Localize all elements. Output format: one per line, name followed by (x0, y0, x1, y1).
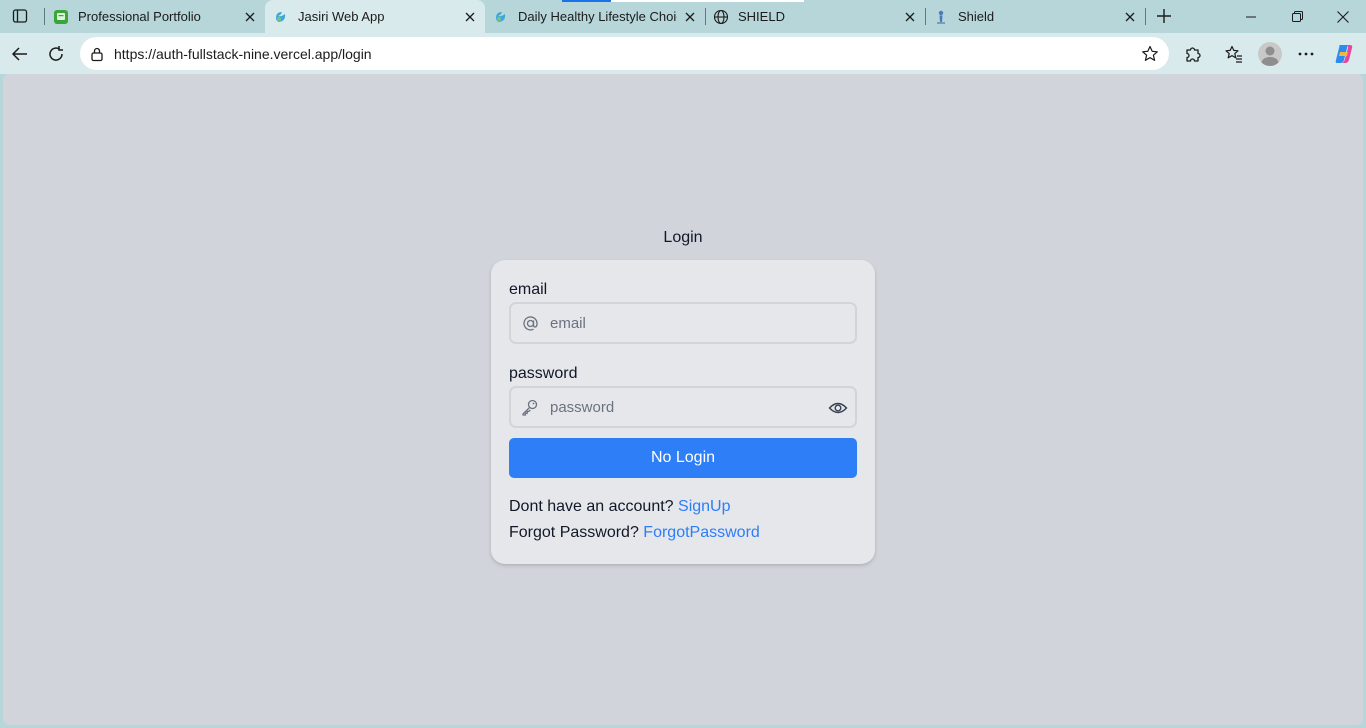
extensions-button[interactable] (1178, 39, 1208, 69)
profile-avatar[interactable] (1258, 42, 1282, 66)
tab-title: Jasiri Web App (298, 9, 385, 24)
tab-jasiri-web-app[interactable]: Jasiri Web App (265, 0, 485, 33)
refresh-icon (49, 46, 63, 61)
key-icon (521, 398, 539, 416)
tab-actions-button[interactable] (6, 4, 34, 28)
page-viewport: Login email password No Login Dont have … (3, 74, 1363, 725)
tab-strip: Professional Portfolio Jasiri Web App Da… (0, 0, 1366, 33)
favorites-button[interactable] (1219, 39, 1249, 69)
restore-button[interactable] (1274, 0, 1320, 33)
forgot-prompt: Forgot Password? (509, 524, 639, 541)
email-field[interactable] (509, 302, 857, 344)
tab-title: SHIELD (738, 9, 785, 24)
copilot-icon (1335, 45, 1353, 63)
tab-professional-portfolio[interactable]: Professional Portfolio (45, 0, 265, 33)
tab-title: Daily Healthy Lifestyle Choices (518, 9, 677, 24)
close-icon (1337, 10, 1349, 23)
page-title: Login (663, 229, 703, 246)
close-icon[interactable] (1121, 8, 1139, 26)
login-button[interactable]: No Login (509, 438, 857, 478)
user-icon (1261, 46, 1279, 66)
jasiri-icon (496, 12, 506, 22)
tab-separator (1145, 8, 1146, 25)
email-label: email (509, 281, 548, 298)
globe-icon (713, 9, 729, 25)
tab-shield-upper[interactable]: SHIELD (705, 0, 925, 33)
back-button[interactable] (5, 39, 35, 69)
email-input[interactable] (550, 313, 810, 333)
show-password-toggle[interactable] (827, 397, 849, 419)
signup-link[interactable]: SignUp (678, 498, 730, 515)
site-info-icon[interactable] (89, 46, 105, 62)
address-bar[interactable]: https://auth-fullstack-nine.vercel.app/l… (80, 37, 1169, 70)
password-field[interactable] (509, 386, 857, 428)
star-icon (1142, 45, 1158, 61)
login-card: email password No Login Dont have an acc… (491, 260, 875, 564)
portfolio-icon (54, 10, 68, 24)
at-sign-icon (521, 314, 539, 332)
favorite-star-button[interactable] (1139, 43, 1161, 65)
copilot-button[interactable] (1329, 39, 1359, 69)
tab-daily-healthy-lifestyle[interactable]: Daily Healthy Lifestyle Choices (485, 0, 804, 33)
tab-title: Shield (958, 9, 995, 24)
close-window-button[interactable] (1320, 0, 1366, 33)
tab-title: Professional Portfolio (78, 9, 201, 24)
more-icon (1298, 52, 1314, 56)
browser-toolbar: https://auth-fullstack-nine.vercel.app/l… (0, 33, 1366, 74)
plus-icon (1157, 9, 1171, 23)
close-icon[interactable] (241, 8, 259, 26)
tab-shield[interactable]: Shield (925, 0, 1145, 33)
favorites-list-icon (1225, 45, 1242, 63)
sidebar-panel-icon (12, 9, 28, 23)
shield-icon (937, 10, 945, 24)
restore-icon (1291, 11, 1303, 22)
loading-progress-bar (562, 0, 611, 2)
back-arrow-icon (11, 47, 27, 61)
settings-more-button[interactable] (1291, 39, 1321, 69)
url-text[interactable]: https://auth-fullstack-nine.vercel.app/l… (114, 46, 372, 62)
close-icon[interactable] (461, 8, 479, 26)
minimize-button[interactable] (1228, 0, 1274, 33)
close-icon[interactable] (901, 8, 919, 26)
jasiri-icon (276, 12, 286, 22)
new-tab-button[interactable] (1151, 4, 1177, 28)
forgot-password-line: Forgot Password? ForgotPassword (509, 524, 760, 542)
puzzle-icon (1186, 47, 1201, 62)
minimize-icon (1246, 16, 1256, 17)
password-input[interactable] (550, 397, 810, 417)
eye-icon (828, 402, 848, 414)
signup-prompt: Dont have an account? (509, 498, 674, 515)
close-icon[interactable] (681, 8, 699, 26)
password-label: password (509, 365, 578, 382)
signup-line: Dont have an account? SignUp (509, 498, 731, 516)
refresh-button[interactable] (41, 39, 71, 69)
forgot-password-link[interactable]: ForgotPassword (643, 524, 760, 541)
